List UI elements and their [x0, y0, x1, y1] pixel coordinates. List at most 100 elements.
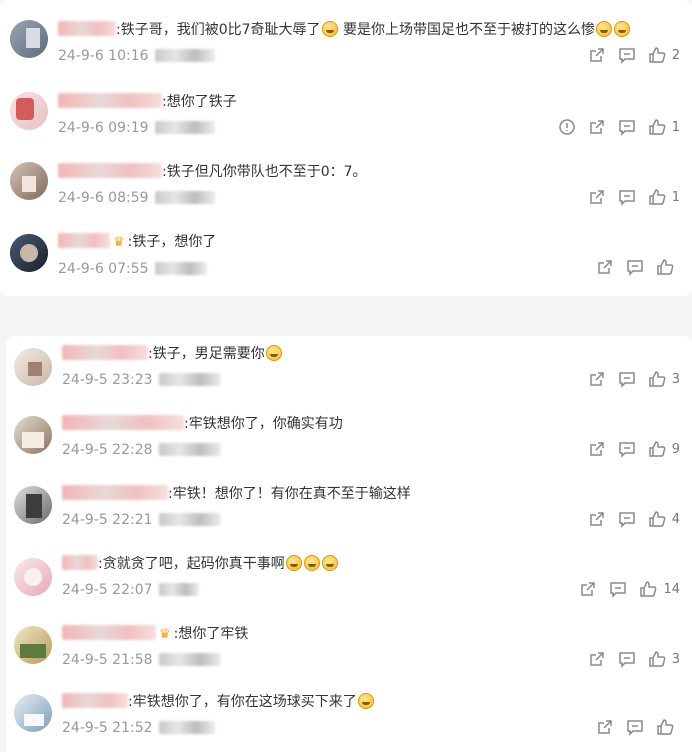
like-count: 1 — [671, 119, 680, 135]
avatar[interactable] — [10, 20, 48, 58]
like-count: 9 — [671, 441, 680, 457]
share-icon[interactable] — [588, 650, 606, 668]
username[interactable] — [58, 93, 162, 108]
comment-icon[interactable] — [626, 258, 644, 276]
like-icon[interactable] — [639, 580, 657, 598]
comment-text: :牢铁！想你了！有你在真不至于输这样 — [168, 486, 411, 502]
comment-text: :铁子，男足需要你 — [148, 346, 265, 362]
crown-icon: ♛ — [159, 627, 171, 642]
like-icon[interactable] — [656, 718, 674, 736]
comment-item: ♛:想你了牢铁 24-9-5 21:58 3 — [6, 620, 692, 680]
username[interactable] — [62, 693, 128, 708]
comment-icon[interactable] — [618, 650, 636, 668]
source-label — [158, 373, 221, 386]
comment-icon[interactable] — [609, 580, 627, 598]
like-button[interactable]: 1 — [648, 118, 680, 136]
emoji-icon — [613, 21, 630, 37]
comment-item: :想你了铁子 24-9-6 09:19 1 — [0, 88, 692, 148]
share-icon[interactable] — [588, 188, 606, 206]
comment-card-1: :铁子哥，我们被0比7奇耻大辱了 要是你上场带国足也不至于被打的这么惨 24-9… — [0, 0, 692, 296]
timestamp: 24-9-6 10:16 — [58, 48, 149, 64]
like-button[interactable]: 1 — [648, 188, 680, 206]
comment-icon[interactable] — [618, 440, 636, 458]
comment-icon[interactable] — [618, 510, 636, 528]
emoji-icon — [321, 21, 338, 37]
like-icon[interactable] — [648, 650, 666, 668]
like-icon[interactable] — [648, 510, 666, 528]
comment-item: :铁子但凡你带队也不至于0：7。 24-9-6 08:59 1 — [0, 158, 692, 218]
like-count: 1 — [671, 189, 680, 205]
timestamp: 24-9-6 07:55 — [58, 261, 149, 277]
like-icon[interactable] — [648, 118, 666, 136]
crown-icon: ♛ — [113, 235, 125, 250]
emoji-icon — [285, 555, 302, 571]
report-icon[interactable] — [558, 118, 576, 136]
share-icon[interactable] — [588, 510, 606, 528]
avatar[interactable] — [14, 486, 52, 524]
comment-item: :铁子，男足需要你 24-9-5 23:23 3 — [6, 340, 692, 400]
share-icon[interactable] — [579, 580, 597, 598]
username[interactable] — [62, 485, 168, 500]
timestamp: 24-9-5 21:52 — [62, 720, 153, 736]
share-icon[interactable] — [588, 370, 606, 388]
like-count: 3 — [671, 371, 680, 387]
comment-item: :铁子哥，我们被0比7奇耻大辱了 要是你上场带国足也不至于被打的这么惨 24-9… — [0, 14, 692, 74]
share-icon[interactable] — [596, 258, 614, 276]
like-icon[interactable] — [656, 258, 674, 276]
username[interactable] — [62, 555, 98, 570]
like-icon[interactable] — [648, 46, 666, 64]
comment-icon[interactable] — [618, 46, 636, 64]
username[interactable] — [58, 21, 116, 36]
comment-text: :铁子但凡你带队也不至于0：7。 — [162, 164, 367, 180]
timestamp: 24-9-6 08:59 — [58, 190, 149, 206]
comment-icon[interactable] — [626, 718, 644, 736]
avatar[interactable] — [14, 348, 52, 386]
username[interactable] — [62, 415, 184, 430]
username[interactable] — [62, 345, 148, 360]
avatar[interactable] — [14, 626, 52, 664]
like-button[interactable] — [656, 718, 680, 736]
timestamp: 24-9-5 21:58 — [62, 652, 153, 668]
source-label — [154, 121, 215, 134]
comment-text: :想你了铁子 — [162, 94, 237, 110]
emoji-icon — [321, 555, 338, 571]
avatar[interactable] — [14, 416, 52, 454]
like-button[interactable]: 4 — [648, 510, 680, 528]
share-icon[interactable] — [596, 718, 614, 736]
like-icon[interactable] — [648, 370, 666, 388]
source-label — [158, 583, 199, 596]
share-icon[interactable] — [588, 440, 606, 458]
avatar[interactable] — [14, 694, 52, 732]
comment-icon[interactable] — [618, 118, 636, 136]
comment-text: :铁子，想你了 — [127, 234, 217, 250]
avatar[interactable] — [14, 558, 52, 596]
like-icon[interactable] — [648, 440, 666, 458]
like-count: 14 — [663, 581, 680, 597]
like-button[interactable] — [656, 258, 680, 276]
comment-icon[interactable] — [618, 188, 636, 206]
username[interactable] — [58, 163, 162, 178]
like-count: 3 — [671, 651, 680, 667]
share-icon[interactable] — [588, 46, 606, 64]
like-button[interactable]: 14 — [639, 580, 680, 598]
source-label — [154, 49, 215, 62]
comment-item: :贪就贪了吧，起码你真干事啊 24-9-5 22:07 14 — [6, 550, 692, 610]
source-label — [158, 653, 221, 666]
avatar[interactable] — [10, 162, 48, 200]
like-icon[interactable] — [648, 188, 666, 206]
comment-icon[interactable] — [618, 370, 636, 388]
like-button[interactable]: 9 — [648, 440, 680, 458]
like-button[interactable]: 2 — [648, 46, 680, 64]
comment-text: :贪就贪了吧，起码你真干事啊 — [98, 556, 285, 572]
username[interactable] — [62, 625, 156, 640]
timestamp: 24-9-5 23:23 — [62, 372, 153, 388]
avatar[interactable] — [10, 92, 48, 130]
avatar[interactable] — [10, 234, 48, 272]
like-button[interactable]: 3 — [648, 370, 680, 388]
username[interactable] — [58, 233, 110, 248]
like-count: 2 — [671, 47, 680, 63]
share-icon[interactable] — [588, 118, 606, 136]
timestamp: 24-9-5 22:21 — [62, 512, 153, 528]
like-button[interactable]: 3 — [648, 650, 680, 668]
source-label — [154, 262, 207, 275]
